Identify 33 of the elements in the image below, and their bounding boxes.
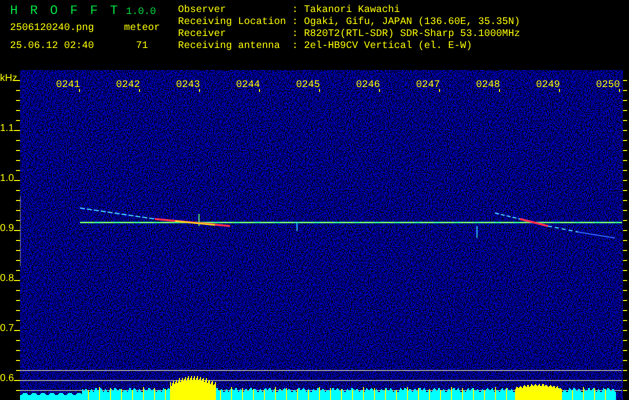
time-label: 0249 [536,80,560,92]
info-value: R820T2(RTL-SDR) SDR-Sharp 53.1000MHz [304,29,520,40]
y-axis-label: 0.9 [0,223,14,235]
info-label: Receiving Location [178,17,286,28]
info-value: Ogaki, Gifu, JAPAN (136.60E, 35.35N) [304,17,520,28]
time-label: 0247 [416,80,440,92]
info-label: Observer [178,5,228,16]
file-name: 2506120240.png [10,23,94,35]
timestamp: 25.06.12 02:40 [10,41,94,53]
info-label: Receiver [178,29,228,40]
y-axis-label: 1.0 [0,173,14,185]
time-label: 0243 [176,80,200,92]
y-axis-label: 1.1 [0,123,14,135]
y-axis-label: 0.7 [0,323,14,335]
time-label: 0246 [356,80,380,92]
app-name: H R O F F T [10,3,120,19]
app-version: 1.0.0 [126,6,156,20]
info-separator: : [292,29,298,41]
meteor-label: meteor [124,23,160,35]
y-axis-label: 0.6 [0,373,14,385]
y-axis-label: 0.8 [0,273,14,285]
info-separator: : [292,41,298,53]
time-label: 0248 [476,80,500,92]
time-label: 0245 [296,80,320,92]
info-separator: : [292,5,298,17]
info-value: Takanori Kawachi [304,5,402,16]
meteor-count: 71 [136,41,148,53]
info-separator: : [292,17,298,29]
time-label: 0242 [116,80,140,92]
y-axis-unit: kHz [0,73,18,85]
time-label: 0244 [236,80,260,92]
info-value: 2el-HB9CV Vertical (el. E-W) [304,41,474,53]
info-label: Receiving antenna [178,41,282,53]
